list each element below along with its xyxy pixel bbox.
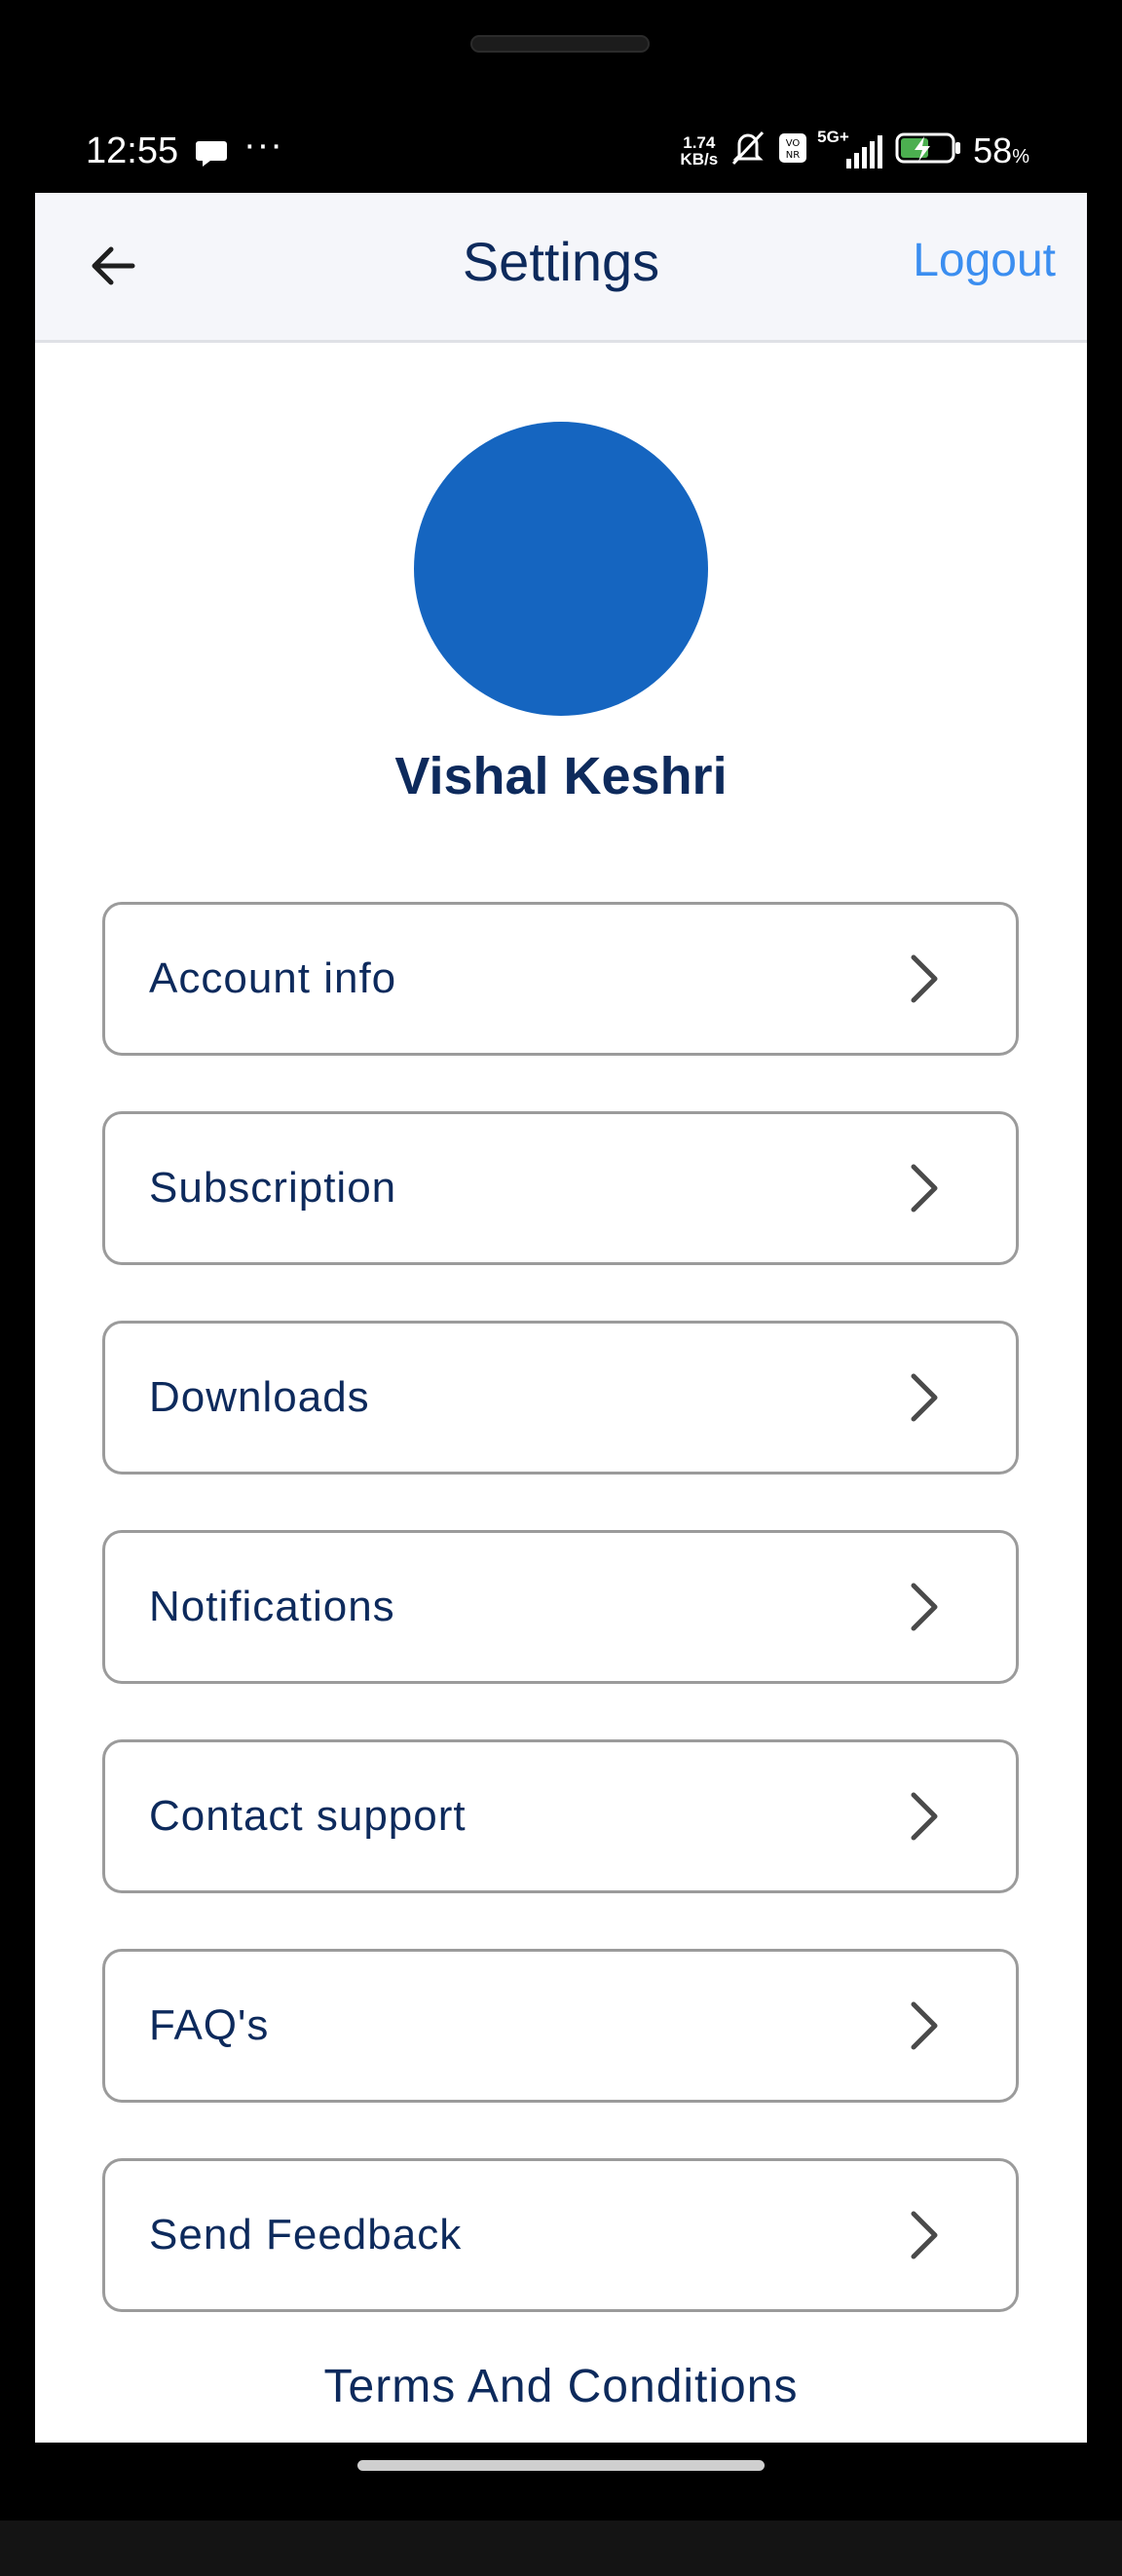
menu-item-label: Notifications [149,1583,395,1630]
battery-percent: 58% [973,130,1029,170]
home-gesture-handle[interactable] [357,2460,765,2471]
avatar[interactable] [414,422,708,716]
logout-button[interactable]: Logout [913,234,1056,287]
menu-item-label: Contact support [149,1792,467,1840]
menu-item-notifications[interactable]: Notifications [102,1530,1019,1684]
earpiece-speaker [470,35,650,53]
chevron-right-icon [911,2211,938,2259]
menu-item-label: Send Feedback [149,2211,463,2259]
settings-menu: Account info Subscription Downloads Noti… [102,902,1019,2368]
menu-item-account-info[interactable]: Account info [102,902,1019,1056]
chevron-right-icon [911,954,938,1003]
system-nav-bar [0,2443,1122,2520]
mute-icon [728,129,768,172]
chevron-right-icon [911,1792,938,1841]
status-time: 12:55 [86,131,179,171]
status-bar: 12:55 ··· 1.74 KB/s VO NR 5G+ 58% [0,115,1122,193]
menu-item-contact-support[interactable]: Contact support [102,1739,1019,1893]
profile-name: Vishal Keshri [394,747,728,805]
menu-item-label: Downloads [149,1373,370,1421]
network-speed: 1.74 KB/s [680,132,719,168]
status-right-group: 1.74 KB/s VO NR 5G+ 58% [680,128,1029,172]
menu-item-label: Subscription [149,1164,397,1212]
svg-text:VO: VO [786,138,801,149]
menu-item-faqs[interactable]: FAQ's [102,1949,1019,2103]
battery-icon [895,131,963,169]
chevron-right-icon [911,1164,938,1213]
menu-item-send-feedback[interactable]: Send Feedback [102,2158,1019,2312]
app-screen: Settings Logout Vishal Keshri Account in… [35,193,1087,2443]
more-notifications-icon: ··· [243,125,283,166]
chevron-right-icon [911,1373,938,1422]
menu-item-label: FAQ's [149,2001,270,2049]
chevron-right-icon [911,1583,938,1631]
app-bar: Settings Logout [35,193,1087,343]
signal-icon: 5G+ [817,128,885,170]
chevron-right-icon [911,2001,938,2050]
menu-item-downloads[interactable]: Downloads [102,1321,1019,1475]
chat-bubble-icon [195,138,228,172]
volte-icon: VO NR [778,132,807,168]
svg-text:NR: NR [786,150,800,161]
terms-link[interactable]: Terms And Conditions [35,2360,1087,2416]
device-bezel-bottom [0,2520,1122,2576]
menu-item-label: Account info [149,954,397,1002]
menu-item-subscription[interactable]: Subscription [102,1111,1019,1265]
